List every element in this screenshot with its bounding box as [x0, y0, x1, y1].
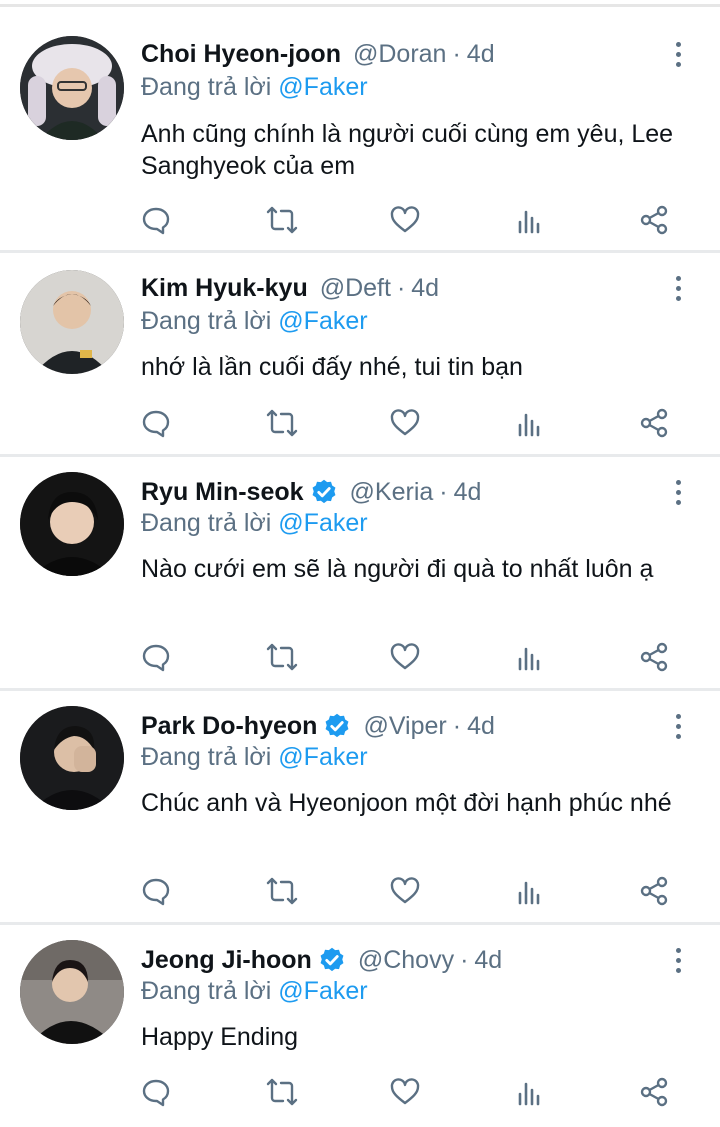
author-name[interactable]: Park Do-hyeon [141, 712, 317, 741]
verified-badge-icon [312, 479, 335, 504]
more-icon[interactable] [663, 475, 693, 509]
replying-to: Đang trả lời @Faker [141, 743, 368, 772]
timestamp[interactable]: 4d [454, 478, 482, 507]
separator-dot: · [460, 945, 469, 974]
retweet-icon[interactable] [262, 403, 302, 443]
action-bar [0, 871, 720, 911]
timestamp[interactable]: 4d [411, 274, 439, 303]
replying-to-label: Đang trả lời [141, 743, 272, 771]
views-icon[interactable] [510, 403, 550, 443]
author-handle[interactable]: @Deft [320, 274, 391, 303]
share-icon[interactable] [634, 871, 674, 911]
replying-to-label: Đang trả lời [141, 977, 272, 1005]
views-icon[interactable] [510, 871, 550, 911]
action-bar [0, 200, 720, 240]
share-icon[interactable] [634, 200, 674, 240]
timestamp[interactable]: 4d [474, 946, 502, 975]
mention-link[interactable]: @Faker [278, 977, 367, 1005]
tweet-header: Kim Hyuk-kyu @Deft · 4d [141, 271, 439, 305]
verified-badge-icon [326, 713, 349, 738]
reply-icon[interactable] [136, 1072, 176, 1112]
retweet-icon[interactable] [262, 200, 302, 240]
share-icon[interactable] [634, 637, 674, 677]
share-icon[interactable] [634, 1072, 674, 1112]
replying-to: Đang trả lời @Faker [141, 73, 368, 102]
reply-icon[interactable] [136, 871, 176, 911]
separator-dot: · [439, 477, 448, 506]
tweet-divider [0, 688, 720, 691]
more-icon[interactable] [663, 943, 693, 977]
author-handle[interactable]: @Viper [363, 712, 446, 741]
timestamp[interactable]: 4d [467, 40, 495, 69]
tweet-text: Nào cưới em sẽ là người đi quà to nhất l… [141, 555, 654, 583]
views-icon[interactable] [510, 1072, 550, 1112]
replying-to: Đang trả lời @Faker [141, 509, 368, 538]
reply-icon[interactable] [136, 403, 176, 443]
timestamp[interactable]: 4d [467, 712, 495, 741]
action-bar [0, 403, 720, 443]
replying-to-label: Đang trả lời [141, 307, 272, 335]
author-handle[interactable]: @Keria [350, 478, 434, 507]
like-icon[interactable] [385, 1072, 425, 1112]
tweet-text: Chúc anh và Hyeonjoon một đời hạnh phúc … [141, 789, 672, 817]
retweet-icon[interactable] [262, 637, 302, 677]
avatar[interactable] [20, 472, 124, 576]
tweet-text: Happy Ending [141, 1023, 299, 1051]
like-icon[interactable] [385, 200, 425, 240]
tweet-divider [0, 250, 720, 253]
tweet-text: nhớ là lần cuối đấy nhé, tui tin bạn [141, 353, 523, 381]
mention-link[interactable]: @Faker [278, 73, 367, 101]
like-icon[interactable] [385, 403, 425, 443]
mention-link[interactable]: @Faker [278, 307, 367, 335]
replying-to-label: Đang trả lời [141, 73, 272, 101]
avatar[interactable] [20, 270, 124, 374]
tweet-header: Jeong Ji-hoon @Chovy · 4d [141, 943, 502, 977]
tweet-divider [0, 454, 720, 457]
like-icon[interactable] [385, 637, 425, 677]
tweet-divider [0, 922, 720, 925]
separator-dot: · [452, 39, 461, 68]
more-icon[interactable] [663, 271, 693, 305]
avatar[interactable] [20, 36, 124, 140]
author-name[interactable]: Kim Hyuk-kyu [141, 274, 308, 303]
tweet-text: Anh cũng chính là người cuối cùng em yêu… [141, 120, 674, 180]
author-name[interactable]: Choi Hyeon-joon [141, 40, 341, 69]
replying-to: Đang trả lời @Faker [141, 307, 368, 336]
verified-badge-icon [320, 947, 344, 972]
author-name[interactable]: Ryu Min-seok [141, 478, 304, 507]
replying-to-label: Đang trả lời [141, 509, 272, 537]
share-icon[interactable] [634, 403, 674, 443]
author-name[interactable]: Jeong Ji-hoon [141, 946, 312, 975]
views-icon[interactable] [510, 637, 550, 677]
separator-dot: · [396, 273, 406, 302]
tweet-header: Park Do-hyeon @Viper · 4d [141, 709, 495, 743]
top-divider [0, 4, 720, 7]
tweet-header: Ryu Min-seok @Keria · 4d [141, 475, 481, 509]
author-handle[interactable]: @Doran [353, 40, 446, 69]
retweet-icon[interactable] [262, 1072, 302, 1112]
reply-icon[interactable] [136, 200, 176, 240]
author-handle[interactable]: @Chovy [358, 946, 454, 975]
reply-icon[interactable] [136, 637, 176, 677]
separator-dot: · [452, 711, 462, 740]
action-bar [0, 637, 720, 677]
tweet-header: Choi Hyeon-joon @Doran · 4d [141, 37, 495, 71]
avatar[interactable] [20, 940, 124, 1044]
replying-to: Đang trả lời @Faker [141, 977, 368, 1006]
more-icon[interactable] [663, 709, 693, 743]
mention-link[interactable]: @Faker [278, 743, 367, 771]
action-bar [0, 1072, 720, 1112]
avatar[interactable] [20, 706, 124, 810]
retweet-icon[interactable] [262, 871, 302, 911]
more-icon[interactable] [663, 37, 693, 71]
like-icon[interactable] [385, 871, 425, 911]
views-icon[interactable] [510, 200, 550, 240]
mention-link[interactable]: @Faker [278, 509, 367, 537]
